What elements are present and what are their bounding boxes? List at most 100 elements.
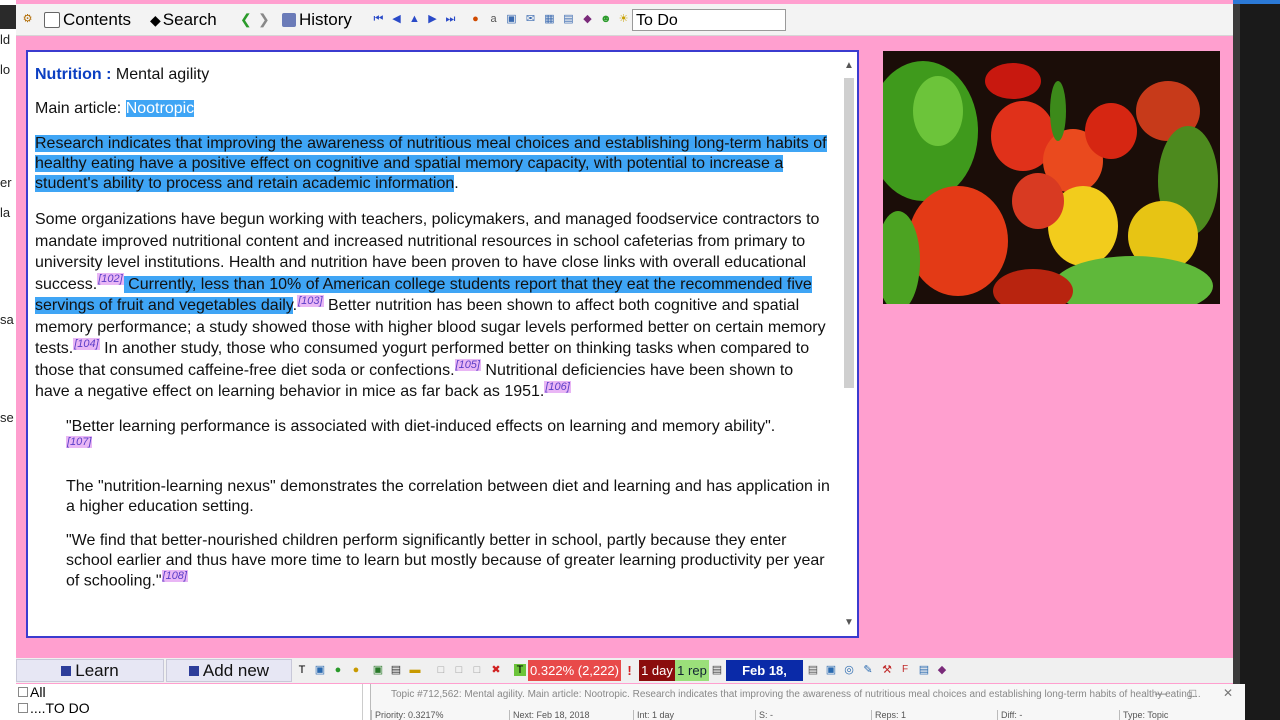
main-article-line: Main article: Nootropic: [35, 99, 830, 119]
tree-item-all[interactable]: All: [16, 684, 362, 700]
font-icon[interactable]: F: [899, 664, 911, 676]
priority-cell: Priority: 0.3217%: [371, 710, 495, 720]
duplicate-icon[interactable]: □: [453, 664, 465, 676]
last-element-icon[interactable]: ⏭: [445, 14, 456, 25]
quote-learning-performance: "Better learning performance is associat…: [35, 417, 830, 457]
category-field[interactable]: To Do: [632, 9, 786, 31]
contents-icon: [44, 12, 60, 28]
copy-icon[interactable]: □: [435, 664, 447, 676]
previous-element-icon[interactable]: ◀: [391, 14, 402, 25]
scroll-up-icon[interactable]: ▲: [843, 60, 855, 71]
import-icon[interactable]: ▣: [372, 664, 384, 676]
article-title: Nutrition :: [35, 66, 112, 83]
learn-icon: [61, 665, 72, 676]
next-element-icon[interactable]: ▶: [427, 14, 438, 25]
window-icon[interactable]: ▤: [563, 14, 574, 25]
vegetables-image: [883, 51, 1220, 304]
toolbar: ⚙ Contents ◆ Search ❮ ❯ History ⏮ ◀ ▲ ▶ …: [16, 4, 1233, 36]
users-icon[interactable]: ☻: [600, 14, 612, 25]
learn-label: Learn: [75, 661, 119, 680]
reference-107[interactable]: [107]: [66, 435, 93, 448]
knowledge-icon[interactable]: ◆: [936, 664, 948, 676]
history-button[interactable]: History: [282, 9, 352, 31]
text-icon[interactable]: T: [296, 664, 308, 676]
article-subtitle: Mental agility: [115, 66, 210, 83]
delete-icon[interactable]: ✖: [490, 664, 502, 676]
find-icon[interactable]: ●: [470, 14, 481, 25]
tree-item-todo[interactable]: ....TO DO: [16, 700, 362, 716]
highlighted-text: Research indicates that improving the aw…: [35, 135, 827, 192]
audio-icon[interactable]: ●: [332, 664, 344, 676]
settings-icon[interactable]: ⚙: [22, 14, 33, 25]
mail-icon[interactable]: ✉: [525, 14, 536, 25]
background-desktop-edge: [1233, 0, 1280, 720]
paragraph-research: Research indicates that improving the aw…: [35, 134, 830, 194]
first-element-icon[interactable]: ⏮: [373, 14, 384, 25]
image-icon[interactable]: ▣: [314, 664, 326, 676]
category-tree: All ....TO DO: [16, 684, 363, 720]
calendar-icon[interactable]: ▤: [711, 664, 723, 676]
element-window-title: Topic #712,562: Mental agility. Main art…: [391, 689, 1201, 700]
scroll-down-icon[interactable]: ▼: [843, 617, 855, 628]
search-button[interactable]: ◆ Search: [150, 9, 217, 31]
edit-icon[interactable]: ✎: [862, 664, 874, 676]
nootropic-link[interactable]: Nootropic: [125, 100, 195, 117]
lightbulb-icon[interactable]: ☀: [618, 14, 629, 25]
topic-type-icon[interactable]: T: [514, 664, 526, 676]
replace-icon[interactable]: a: [488, 14, 499, 25]
main-article-prefix: Main article:: [35, 100, 122, 117]
element-data-window: Topic #712,562: Mental agility. Main art…: [370, 684, 1245, 720]
layout-icon[interactable]: ▦: [544, 14, 555, 25]
article-scrollbar[interactable]: ▲ ▼: [841, 52, 857, 636]
interval-stat: 1 day: [639, 660, 675, 681]
priority-stat: 0.322% (2,222): [528, 660, 621, 681]
back-icon[interactable]: ❮: [240, 12, 252, 26]
blank-icon[interactable]: □: [471, 664, 483, 676]
binoculars-icon: ◆: [150, 11, 161, 28]
element-stats-row: Priority: 0.3217% Next: Feb 18, 2018 Int…: [371, 710, 1245, 720]
minimize-icon[interactable]: —: [1155, 686, 1167, 700]
learn-button[interactable]: Learn: [16, 659, 164, 682]
schedule-icon[interactable]: ▤: [807, 664, 819, 676]
learning-bar: Learn Add new T ▣ ● ● ▣ ▤ ▬ □ □ □ ✖ T 0.…: [16, 658, 1233, 699]
book-icon[interactable]: ◆: [582, 14, 593, 25]
registry-icon[interactable]: ▤: [918, 664, 930, 676]
background-window-edge: ld lo er la sa se: [0, 0, 16, 720]
maximize-icon[interactable]: □: [1189, 686, 1196, 700]
reference-102[interactable]: [102]: [97, 273, 124, 286]
text-span: The "nutrition-learning nexus" demonstra…: [66, 477, 830, 515]
reference-103[interactable]: [103]: [297, 294, 324, 307]
add-new-button[interactable]: Add new: [166, 659, 292, 682]
article-heading: Nutrition : Mental agility: [35, 65, 830, 85]
paragraph-organizations: Some organizations have begun working wi…: [35, 209, 830, 403]
contents-button[interactable]: Contents: [44, 9, 131, 31]
lower-panel: All ....TO DO Topic #712,562: Mental agi…: [16, 684, 1245, 720]
navigation-icon[interactable]: ◎: [843, 664, 855, 676]
forward-icon[interactable]: ❯: [258, 12, 270, 26]
reference-108[interactable]: [108]: [161, 569, 188, 582]
scrollbar-thumb[interactable]: [844, 78, 854, 388]
diff-cell: Diff: -: [997, 710, 1101, 720]
contents-label: Contents: [63, 10, 132, 29]
browser-icon[interactable]: ▣: [506, 14, 517, 25]
video-icon[interactable]: ●: [350, 664, 362, 676]
reference-104[interactable]: [104]: [73, 337, 100, 350]
history-icon: [282, 13, 296, 27]
article-content: Nutrition : Mental agility Main article:…: [35, 52, 830, 591]
type-cell: Type: Topic: [1119, 710, 1233, 720]
history-label: History: [299, 10, 352, 29]
s-cell: S: -: [755, 710, 859, 720]
reps-stat: 1 rep: [675, 660, 709, 681]
article-panel[interactable]: Nutrition : Mental agility Main article:…: [26, 50, 859, 638]
parent-element-icon[interactable]: ▲: [409, 14, 420, 25]
reference-105[interactable]: [105]: [454, 359, 481, 372]
close-icon[interactable]: ✕: [1223, 686, 1233, 700]
extract-icon[interactable]: ▤: [390, 664, 402, 676]
alert-stat: !: [627, 663, 632, 678]
add-icon: [188, 665, 199, 676]
tools-icon[interactable]: ⚒: [881, 664, 893, 676]
reference-icon[interactable]: ▣: [825, 664, 837, 676]
reference-106[interactable]: [106]: [544, 380, 571, 393]
peppers-illustration: [883, 51, 1220, 304]
cloze-icon[interactable]: ▬: [409, 664, 421, 676]
